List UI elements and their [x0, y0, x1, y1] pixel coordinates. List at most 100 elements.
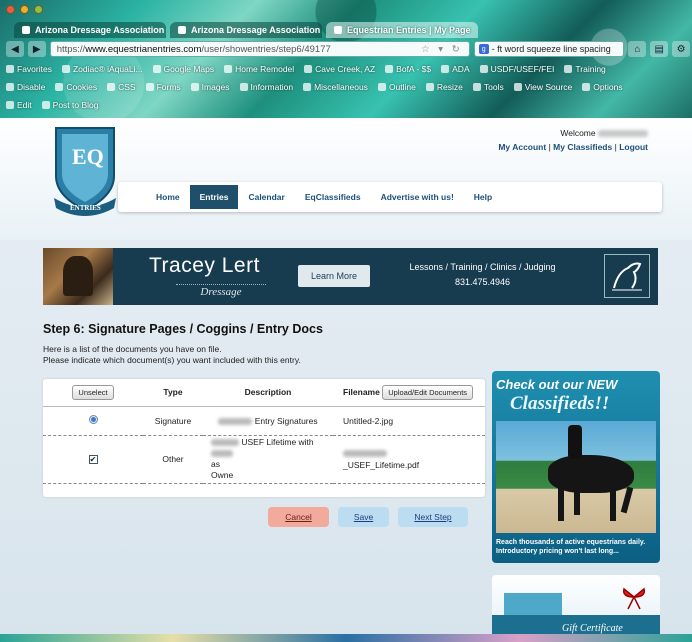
web-developer-toolbar: Disable Cookies CSS Forms Images Information M… [6, 80, 690, 94]
column-description: Description [203, 379, 333, 407]
favicon-icon [178, 26, 186, 34]
bookmark-icon [107, 83, 116, 91]
account-links: Welcome My Account | My Classifieds | Lo… [498, 128, 648, 152]
nav-advertise[interactable]: Advertise with us! [371, 185, 464, 209]
toolbar-item[interactable]: Resize [425, 80, 463, 94]
browser-tab-3[interactable]: Equestrian Entries | My Page [326, 22, 478, 38]
window-controls[interactable] [6, 5, 43, 14]
select-checkbox[interactable]: ✔ [88, 455, 98, 464]
nav-home[interactable]: Home [146, 185, 190, 209]
toolbar-item[interactable]: Forms [145, 80, 181, 94]
minimize-window-button[interactable] [20, 5, 29, 14]
table-header-row: Unselect Type Description Filename Uploa… [43, 379, 485, 407]
bookmark-icon [41, 101, 50, 109]
bookmark-icon [6, 101, 14, 109]
toolbar-item[interactable]: Cookies [55, 80, 97, 94]
username-redacted [598, 130, 648, 138]
menu-icon[interactable]: ▤ [650, 41, 669, 57]
redacted-text [343, 450, 387, 458]
search-field[interactable]: g - ft word squeeze line spacing [473, 41, 625, 57]
toolbar-item[interactable]: Disable [6, 80, 45, 94]
cancel-button[interactable]: Cancel [268, 507, 329, 527]
bookmark-icon [239, 83, 248, 91]
toolbar-item[interactable]: Edit [6, 98, 32, 112]
zoom-window-button[interactable] [34, 5, 43, 14]
toolbar-item[interactable]: CSS [107, 80, 136, 94]
nav-help[interactable]: Help [464, 185, 502, 209]
bookmark-icon [55, 83, 64, 91]
back-arrow-icon[interactable]: ◀ [6, 41, 24, 57]
browser-tab-2[interactable]: Arizona Dressage Association - [170, 22, 322, 38]
url-field[interactable]: https://www.equestrianentries.com/user/s… [49, 41, 470, 57]
my-account-link[interactable]: My Account [498, 142, 546, 152]
favicon-icon [22, 26, 30, 34]
bookmark-item[interactable]: Favorites [6, 62, 52, 76]
bookmark-item[interactable]: USDF/USEF/FEI [479, 62, 554, 76]
table-row[interactable]: ✔ Other USEF Lifetime with as Owne _USEF… [43, 435, 485, 484]
table-row[interactable]: Signature Entry Signatures Untitled-2.jp… [43, 406, 485, 436]
bookmark-icon [190, 83, 199, 91]
toolbar-item[interactable]: Options [582, 80, 623, 94]
my-classifieds-link[interactable]: My Classifieds [553, 142, 612, 152]
close-window-button[interactable] [6, 5, 15, 14]
bookmark-icon [564, 65, 573, 73]
bookmark-item[interactable]: Home Remodel [224, 62, 294, 76]
nav-eqclassifieds[interactable]: EqClassifieds [295, 185, 371, 209]
gift-certificate-ad[interactable]: Gift Certificate [492, 575, 660, 642]
toolbar-item[interactable]: Miscellaneous [303, 80, 368, 94]
bookmark-icon [61, 65, 70, 73]
bookmark-item[interactable]: ADA [441, 62, 470, 76]
toolbar-item[interactable]: Post to Blog [41, 98, 99, 112]
save-button[interactable]: Save [338, 507, 389, 527]
page-title: Step 6: Signature Pages / Coggins / Entr… [43, 322, 323, 336]
documents-table: Unselect Type Description Filename Uploa… [43, 379, 485, 484]
bookmark-icon [377, 83, 386, 91]
bookmark-item[interactable]: Cave Creek, AZ [304, 62, 375, 76]
bookmark-item[interactable]: Google Maps [152, 62, 214, 76]
bookmark-icon [479, 65, 488, 73]
toolbar-item[interactable]: View Source [513, 80, 572, 94]
bookmark-icon [513, 83, 522, 91]
tracey-lert-banner-ad[interactable]: Tracey Lert Dressage Learn More Lessons … [43, 248, 658, 305]
classifieds-ad[interactable]: Check out our NEW Classifieds!! Reach th… [492, 371, 660, 563]
toolbar-item[interactable]: Images [190, 80, 230, 94]
bookmark-item[interactable]: Zodiac® iAquaLi... [61, 62, 143, 76]
nav-entries[interactable]: Entries [189, 185, 239, 209]
toolbar-item[interactable]: Information [239, 80, 293, 94]
upload-edit-documents-button[interactable]: Upload/Edit Documents [382, 384, 474, 400]
dressage-photo [43, 248, 113, 305]
intro-text: Here is a list of the documents you have… [43, 344, 301, 365]
site-header: EQ ENTRIES Welcome My Account | My Class… [0, 118, 692, 240]
logo-ribbon-text: ENTRIES [70, 204, 101, 212]
bookmark-icon [6, 83, 14, 91]
toolbar-item[interactable]: Tools [472, 80, 504, 94]
reload-icon[interactable]: ☆ ▾ ↻ [421, 44, 463, 55]
horse-logo-icon [604, 254, 650, 298]
banner-services: Lessons / Training / Clinics / Judging 8… [395, 260, 570, 290]
main-nav: Home Entries Calendar EqClassifieds Adve… [118, 182, 662, 212]
bookmark-icon [582, 83, 591, 91]
browser-tab-1[interactable]: Arizona Dressage Association [14, 22, 166, 38]
bookmark-icon [441, 65, 450, 73]
bookmark-icon [152, 65, 161, 73]
dressage-horse-photo [496, 421, 656, 533]
select-radio[interactable] [88, 415, 98, 424]
nav-calendar[interactable]: Calendar [238, 185, 294, 209]
google-icon: g [478, 44, 489, 54]
toolbar-item[interactable]: Outline [377, 80, 416, 94]
learn-more-button[interactable]: Learn More [298, 265, 370, 287]
logout-link[interactable]: Logout [619, 142, 648, 152]
browser-chrome: Arizona Dressage Association Arizona Dre… [0, 0, 692, 118]
forward-arrow-icon[interactable]: ▶ [27, 41, 46, 57]
home-icon[interactable]: ⌂ [628, 41, 647, 57]
eq-entries-logo[interactable]: EQ ENTRIES [52, 124, 118, 224]
tab-strip: Arizona Dressage Association Arizona Dre… [14, 22, 478, 38]
bookmark-item[interactable]: BofA - $$ [385, 62, 431, 76]
next-step-button[interactable]: Next Step [398, 507, 468, 527]
bookmark-item[interactable]: Training [564, 62, 606, 76]
bookmark-icon [145, 83, 154, 91]
bookmark-icon [472, 83, 481, 91]
wrench-icon[interactable]: ⚙ [672, 41, 690, 57]
bookmark-icon [303, 83, 312, 91]
unselect-button[interactable]: Unselect [72, 384, 114, 400]
